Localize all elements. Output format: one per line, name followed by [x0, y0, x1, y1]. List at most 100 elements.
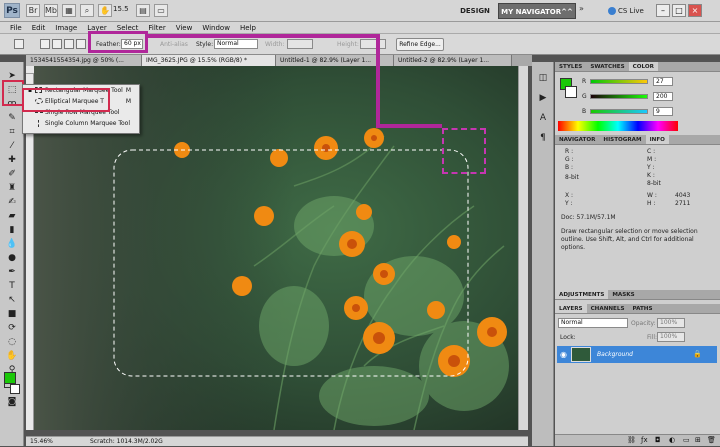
shape-tool-icon[interactable]: ■: [6, 308, 18, 320]
info-h: H :: [647, 200, 656, 207]
quick-mask-icon[interactable]: ◙: [6, 396, 18, 408]
crop-tool-icon[interactable]: ⌗: [6, 126, 18, 138]
type-tool-icon[interactable]: T: [6, 280, 18, 292]
arrange-documents-icon[interactable]: ▤: [136, 4, 150, 17]
tab-masks[interactable]: MASKS: [608, 290, 638, 299]
add-selection-icon[interactable]: [52, 39, 62, 49]
hand-tool-icon-2[interactable]: ✋: [6, 350, 18, 362]
screen-mode-icon[interactable]: ▭: [154, 4, 168, 17]
zoom-tool-icon[interactable]: ⌕: [80, 4, 94, 17]
new-group-icon[interactable]: ▭: [683, 436, 690, 444]
refine-edge-button[interactable]: Refine Edge...: [396, 38, 444, 51]
tool-preset-icon[interactable]: [14, 39, 24, 49]
minimize-button[interactable]: –: [656, 4, 670, 17]
blur-tool-icon[interactable]: 💧: [6, 238, 18, 250]
layer-row-background[interactable]: ◉ Background 🔒: [557, 346, 717, 363]
menu-view[interactable]: View: [176, 24, 193, 32]
right-panels: STYLES SWATCHES COLOR R 27 G 200 B 9 NAV…: [555, 62, 720, 446]
workspace-more-icon[interactable]: »: [579, 4, 584, 13]
3d-rotate-tool-icon[interactable]: ⟳: [6, 322, 18, 334]
mask-icon[interactable]: ◘: [655, 436, 661, 444]
fx-icon[interactable]: ƒx: [641, 436, 648, 444]
tab-document-4[interactable]: Untitled-2 @ 82.9% (Layer 1...: [394, 55, 512, 66]
gradient-tool-icon[interactable]: ▮: [6, 224, 18, 236]
style-select[interactable]: Normal: [214, 39, 258, 49]
workspace-my-navigator[interactable]: MY NAVIGATOR^^: [498, 3, 576, 19]
history-brush-tool-icon[interactable]: ✍: [6, 196, 18, 208]
eraser-tool-icon[interactable]: ▰: [6, 210, 18, 222]
tab-info[interactable]: INFO: [645, 135, 669, 144]
brush-tool-icon[interactable]: ✐: [6, 168, 18, 180]
trash-icon[interactable]: 🗑: [707, 436, 716, 444]
layer-name: Background: [597, 351, 633, 358]
tab-layers[interactable]: LAYERS: [555, 304, 587, 313]
antialias-checkbox-label[interactable]: Anti-alias: [160, 41, 188, 48]
dodge-tool-icon[interactable]: ●: [6, 252, 18, 264]
background-color-swatch[interactable]: [10, 384, 20, 394]
link-layers-icon[interactable]: ⛓: [627, 436, 636, 444]
row-marquee-icon: [35, 112, 43, 113]
vertical-scrollbar[interactable]: [518, 66, 528, 430]
color-background-swatch[interactable]: [565, 86, 577, 98]
quick-selection-tool-icon[interactable]: ✎: [6, 112, 18, 124]
adjustment-layer-icon[interactable]: ◐: [669, 436, 675, 444]
green-value[interactable]: 200: [653, 92, 673, 101]
clone-stamp-tool-icon[interactable]: ♜: [6, 182, 18, 194]
foreground-color-fill[interactable]: [4, 372, 16, 384]
extras-icon[interactable]: ▦: [62, 4, 76, 17]
layer-visibility-icon[interactable]: ◉: [560, 350, 567, 359]
character-panel-icon[interactable]: A: [537, 112, 549, 124]
minibridge-icon[interactable]: Mb: [44, 4, 58, 17]
layer-lock-icon: 🔒: [693, 350, 702, 358]
new-layer-icon[interactable]: ⊞: [695, 436, 701, 444]
tab-navigator[interactable]: NAVIGATOR: [555, 135, 599, 144]
menu-filter[interactable]: Filter: [148, 24, 165, 32]
menu-image[interactable]: Image: [55, 24, 77, 32]
bridge-icon[interactable]: Br: [26, 4, 40, 17]
tab-color[interactable]: COLOR: [628, 62, 658, 71]
close-button[interactable]: ×: [688, 4, 702, 17]
intersect-selection-icon[interactable]: [76, 39, 86, 49]
subtract-selection-icon[interactable]: [64, 39, 74, 49]
tab-styles[interactable]: STYLES: [555, 62, 586, 71]
menu-help[interactable]: Help: [240, 24, 256, 32]
tab-channels[interactable]: CHANNELS: [587, 304, 629, 313]
history-panel-icon[interactable]: ◫: [537, 72, 549, 84]
height-label: Height:: [337, 41, 359, 48]
zoom-level[interactable]: 15.5: [113, 5, 129, 13]
menu-window[interactable]: Window: [202, 24, 230, 32]
paragraph-panel-icon[interactable]: ¶: [537, 132, 549, 144]
tab-document-1[interactable]: 1534541554354.jpg @ 50% (...: [26, 55, 142, 66]
maximize-button[interactable]: □: [672, 4, 686, 17]
tab-paths[interactable]: PATHS: [628, 304, 656, 313]
opacity-input[interactable]: 100%: [657, 318, 685, 328]
tab-adjustments[interactable]: ADJUSTMENTS: [555, 290, 609, 299]
path-selection-tool-icon[interactable]: ↖: [6, 294, 18, 306]
pen-tool-icon[interactable]: ✒: [6, 266, 18, 278]
green-slider[interactable]: [590, 94, 648, 99]
eyedropper-tool-icon[interactable]: ⁄: [6, 140, 18, 152]
blue-slider[interactable]: [590, 109, 648, 114]
flyout-single-column-marquee[interactable]: Single Column Marquee Tool: [23, 118, 139, 129]
tab-swatches[interactable]: SWATCHES: [586, 62, 628, 71]
actions-panel-icon[interactable]: ▶: [537, 92, 549, 104]
new-selection-icon[interactable]: [40, 39, 50, 49]
healing-brush-tool-icon[interactable]: ✚: [6, 154, 18, 166]
workspace-design[interactable]: DESIGN: [456, 4, 494, 18]
red-value[interactable]: 27: [653, 77, 673, 86]
blue-value[interactable]: 9: [653, 107, 673, 116]
3d-orbit-tool-icon[interactable]: ◌: [6, 336, 18, 348]
fill-input[interactable]: 100%: [657, 332, 685, 342]
width-input[interactable]: [287, 39, 313, 49]
color-spectrum-ramp[interactable]: [558, 121, 678, 131]
red-slider[interactable]: [590, 79, 648, 84]
blend-mode-select[interactable]: Normal: [558, 318, 628, 328]
tab-histogram[interactable]: HISTOGRAM: [599, 135, 645, 144]
menu-file[interactable]: File: [10, 24, 22, 32]
menu-edit[interactable]: Edit: [32, 24, 46, 32]
height-input[interactable]: [360, 39, 386, 49]
tab-document-2[interactable]: IMG_3625.JPG @ 15.5% (RGB/8) *: [142, 55, 276, 66]
hand-tool-icon[interactable]: ✋: [98, 4, 112, 17]
cs-live-button[interactable]: CS Live: [608, 4, 644, 18]
layers-footer: ⛓ ƒx ◘ ◐ ▭ ⊞ 🗑: [555, 434, 720, 446]
